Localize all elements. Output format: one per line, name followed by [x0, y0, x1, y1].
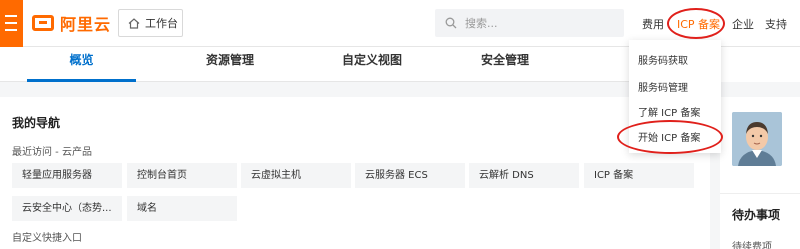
menu-item-learn-icp[interactable]: 了解 ICP 备案 [638, 104, 700, 119]
menu-item-get-service-code[interactable]: 服务码获取 [638, 52, 688, 67]
tab-bar-extension [710, 47, 800, 82]
brand-name: 阿里云 [60, 15, 112, 34]
recent-item[interactable]: 云服务器 ECS [355, 163, 465, 188]
tab-overview[interactable]: 概览 [27, 47, 136, 82]
tab-custom-view[interactable]: 自定义视图 [322, 47, 422, 82]
search-input[interactable]: 搜索... [435, 9, 624, 37]
recent-item[interactable]: 云虚拟主机 [241, 163, 351, 188]
avatar[interactable] [732, 112, 782, 166]
my-nav-panel: 我的导航 最近访问 - 云产品 轻量应用服务器 控制台首页 云虚拟主机 云服务器… [0, 97, 710, 249]
nav-fee[interactable]: 费用 [642, 16, 664, 32]
recent-label: 最近访问 - 云产品 [12, 147, 92, 158]
annotation-circle-start-icp [617, 120, 723, 154]
recent-item[interactable]: 轻量应用服务器 [12, 163, 122, 188]
aliyun-logo-icon [32, 15, 54, 31]
recent-item[interactable]: ICP 备案 [584, 163, 694, 188]
menu-icon[interactable] [0, 0, 23, 47]
recent-item[interactable]: 控制台首页 [127, 163, 237, 188]
tab-resource-management[interactable]: 资源管理 [190, 47, 270, 82]
search-icon [445, 17, 457, 29]
search-placeholder: 搜索... [465, 17, 498, 30]
custom-shortcuts-label: 自定义快捷入口 [12, 233, 82, 244]
aliyun-logo[interactable]: 阿里云 [32, 12, 111, 34]
nav-enterprise[interactable]: 企业 [732, 16, 754, 32]
annotation-circle-icp-nav [667, 8, 725, 39]
my-nav-title: 我的导航 [12, 116, 61, 130]
recent-item[interactable]: 云安全中心（态势... [12, 196, 122, 221]
home-icon [128, 17, 140, 29]
todo-panel: 待办事项 待续费项 [720, 193, 800, 249]
workbench-button[interactable]: 工作台 [118, 9, 183, 37]
recent-item[interactable]: 域名 [127, 196, 237, 221]
todo-title: 待办事项 [732, 208, 781, 222]
recent-item[interactable]: 云解析 DNS [469, 163, 579, 188]
workbench-label: 工作台 [145, 17, 178, 30]
menu-item-manage-service-code[interactable]: 服务码管理 [638, 79, 688, 94]
avatar-illustration [732, 112, 782, 166]
tab-security-management[interactable]: 安全管理 [465, 47, 545, 82]
nav-support[interactable]: 支持 [765, 16, 787, 32]
tab-bar: 概览 资源管理 自定义视图 安全管理 [0, 47, 710, 82]
todo-item[interactable]: 待续费项 [732, 238, 772, 249]
